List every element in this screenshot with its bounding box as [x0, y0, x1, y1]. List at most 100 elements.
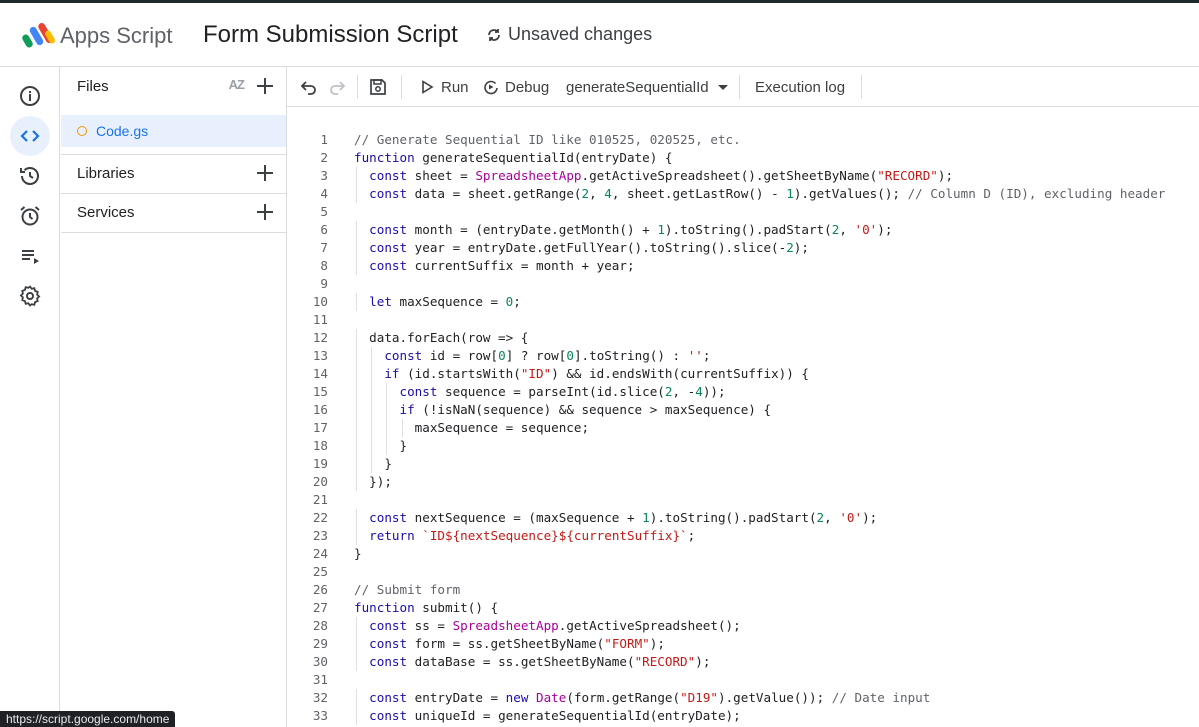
code-line[interactable]: 16 if (!isNaN(sequence) && sequence > ma… — [287, 401, 1199, 419]
code-line[interactable]: 30 const dataBase = ss.getSheetByName("R… — [287, 653, 1199, 671]
code-editor[interactable]: 1 // Generate Sequential ID like 010525, … — [287, 107, 1199, 727]
line-number: 26 — [312, 582, 328, 597]
line-code: const month = (entryDate.getMonth() + 1)… — [369, 222, 893, 237]
code-line[interactable]: 1 // Generate Sequential ID like 010525, … — [287, 131, 1199, 149]
history-icon — [20, 167, 39, 185]
line-number: 10 — [312, 294, 328, 309]
line-code: } — [354, 456, 392, 471]
rail-overview-button[interactable] — [10, 76, 50, 116]
line-number: 17 — [312, 420, 328, 435]
line-number: 21 — [312, 492, 328, 507]
code-line[interactable]: 33 const uniqueId = generateSequentialId… — [287, 707, 1199, 725]
line-code: const entryDate = new Date(form.getRange… — [369, 690, 931, 705]
line-number: 23 — [312, 528, 328, 543]
code-line[interactable]: 9 — [287, 275, 1199, 293]
libraries-section[interactable]: Libraries — [61, 154, 286, 192]
line-code: const currentSuffix = month + year; — [369, 258, 635, 273]
line-code: const id = row[0] ? row[0].toString() : … — [384, 348, 711, 363]
line-number: 7 — [320, 240, 328, 255]
code-line[interactable]: 11 — [287, 311, 1199, 329]
services-section[interactable]: Services — [61, 193, 286, 231]
run-button[interactable]: Run — [419, 76, 469, 98]
code-line[interactable]: 21 — [287, 491, 1199, 509]
line-number: 12 — [312, 330, 328, 345]
code-line[interactable]: 26 // Submit form — [287, 581, 1199, 599]
code-line[interactable]: 7 const year = entryDate.getFullYear().t… — [287, 239, 1199, 257]
code-line[interactable]: 12 data.forEach(row => { — [287, 329, 1199, 347]
project-title[interactable]: Form Submission Script — [203, 21, 458, 49]
code-line[interactable]: 23 return `ID${nextSequence}${currentSuf… — [287, 527, 1199, 545]
code-line[interactable]: 22 const nextSequence = (maxSequence + 1… — [287, 509, 1199, 527]
code-line[interactable]: 15 const sequence = parseInt(id.slice(2,… — [287, 383, 1199, 401]
line-number: 6 — [320, 222, 328, 237]
execution-log-button[interactable]: Execution log — [755, 76, 845, 98]
code-line[interactable]: 14 if (id.startsWith("ID") && id.endsWit… — [287, 365, 1199, 383]
save-status-label: Unsaved changes — [508, 24, 653, 44]
alarm-icon — [20, 206, 40, 226]
code-line[interactable]: 17 maxSequence = sequence; — [287, 419, 1199, 437]
code-line[interactable]: 13 const id = row[0] ? row[0].toString()… — [287, 347, 1199, 365]
line-code: }); — [354, 474, 392, 489]
code-line[interactable]: 2 function generateSequentialId(entryDate… — [287, 149, 1199, 167]
code-line[interactable]: 8 const currentSuffix = month + year; — [287, 257, 1199, 275]
rail-triggers-button[interactable] — [10, 196, 50, 236]
line-number: 1 — [320, 132, 328, 147]
executions-icon — [22, 250, 39, 264]
code-line[interactable]: 28 const ss = SpreadsheetApp.getActiveSp… — [287, 617, 1199, 635]
line-number: 13 — [312, 348, 328, 363]
line-number: 29 — [312, 636, 328, 651]
rail-editor-button[interactable] — [10, 116, 50, 156]
code-line[interactable]: 24} — [287, 545, 1199, 563]
function-select[interactable]: generateSequentialId — [566, 76, 731, 98]
redo-icon[interactable] — [327, 77, 347, 97]
services-label: Services — [77, 204, 135, 221]
line-code: let maxSequence = 0; — [369, 294, 521, 309]
app-name[interactable]: Apps Script — [60, 23, 173, 49]
rail-history-button[interactable] — [10, 156, 50, 196]
files-header: Files AZ — [61, 67, 286, 105]
save-status: Unsaved changes — [486, 24, 652, 45]
code-line[interactable]: 29 const form = ss.getSheetByName("FORM"… — [287, 635, 1199, 653]
code-line[interactable]: 6 const month = (entryDate.getMonth() + … — [287, 221, 1199, 239]
code-line[interactable]: 10 let maxSequence = 0; — [287, 293, 1199, 311]
code-line[interactable]: 5 — [287, 203, 1199, 221]
line-number: 14 — [312, 366, 328, 381]
line-number: 30 — [312, 654, 328, 669]
line-code: function submit() { — [354, 600, 499, 615]
gear-icon — [19, 285, 41, 307]
debug-button[interactable]: Debug — [483, 76, 549, 98]
run-label: Run — [441, 78, 469, 96]
line-code: const data = sheet.getRange(2, 4, sheet.… — [369, 186, 1166, 201]
undo-icon[interactable] — [299, 77, 319, 97]
rail-executions-button[interactable] — [10, 236, 50, 276]
code-line[interactable]: 18 } — [287, 437, 1199, 455]
line-number: 32 — [312, 690, 328, 705]
code-line[interactable]: 3 const sheet = SpreadsheetApp.getActive… — [287, 167, 1199, 185]
libraries-label: Libraries — [77, 165, 135, 182]
line-code: const dataBase = ss.getSheetByName("RECO… — [369, 654, 711, 669]
sort-az-button[interactable]: AZ — [229, 77, 245, 92]
save-icon[interactable] — [368, 77, 388, 97]
line-number: 33 — [312, 708, 328, 723]
code-line[interactable]: 31 — [287, 671, 1199, 689]
apps-script-logo[interactable] — [22, 20, 56, 50]
code-line[interactable]: 19 } — [287, 455, 1199, 473]
code-line[interactable]: 32 const entryDate = new Date(form.getRa… — [287, 689, 1199, 707]
rail-settings-button[interactable] — [10, 276, 50, 316]
info-icon — [20, 86, 40, 106]
dropdown-arrow-icon — [717, 85, 728, 90]
code-line[interactable]: 4 const data = sheet.getRange(2, 4, shee… — [287, 185, 1199, 203]
add-file-icon[interactable] — [254, 75, 276, 97]
code-line[interactable]: 25 — [287, 563, 1199, 581]
code-line[interactable]: 27 function submit() { — [287, 599, 1199, 617]
line-number: 9 — [320, 276, 328, 291]
file-item-code-gs[interactable]: Code.gs — [61, 115, 286, 147]
line-code: const sheet = SpreadsheetApp.getActiveSp… — [369, 168, 954, 183]
code-icon — [20, 130, 40, 142]
add-library-icon[interactable] — [254, 162, 276, 184]
code-line[interactable]: 20 }); — [287, 473, 1199, 491]
line-number: 28 — [312, 618, 328, 633]
line-code: const form = ss.getSheetByName("FORM"); — [369, 636, 665, 651]
file-modified-dot-icon — [77, 126, 87, 136]
add-service-icon[interactable] — [254, 201, 276, 223]
